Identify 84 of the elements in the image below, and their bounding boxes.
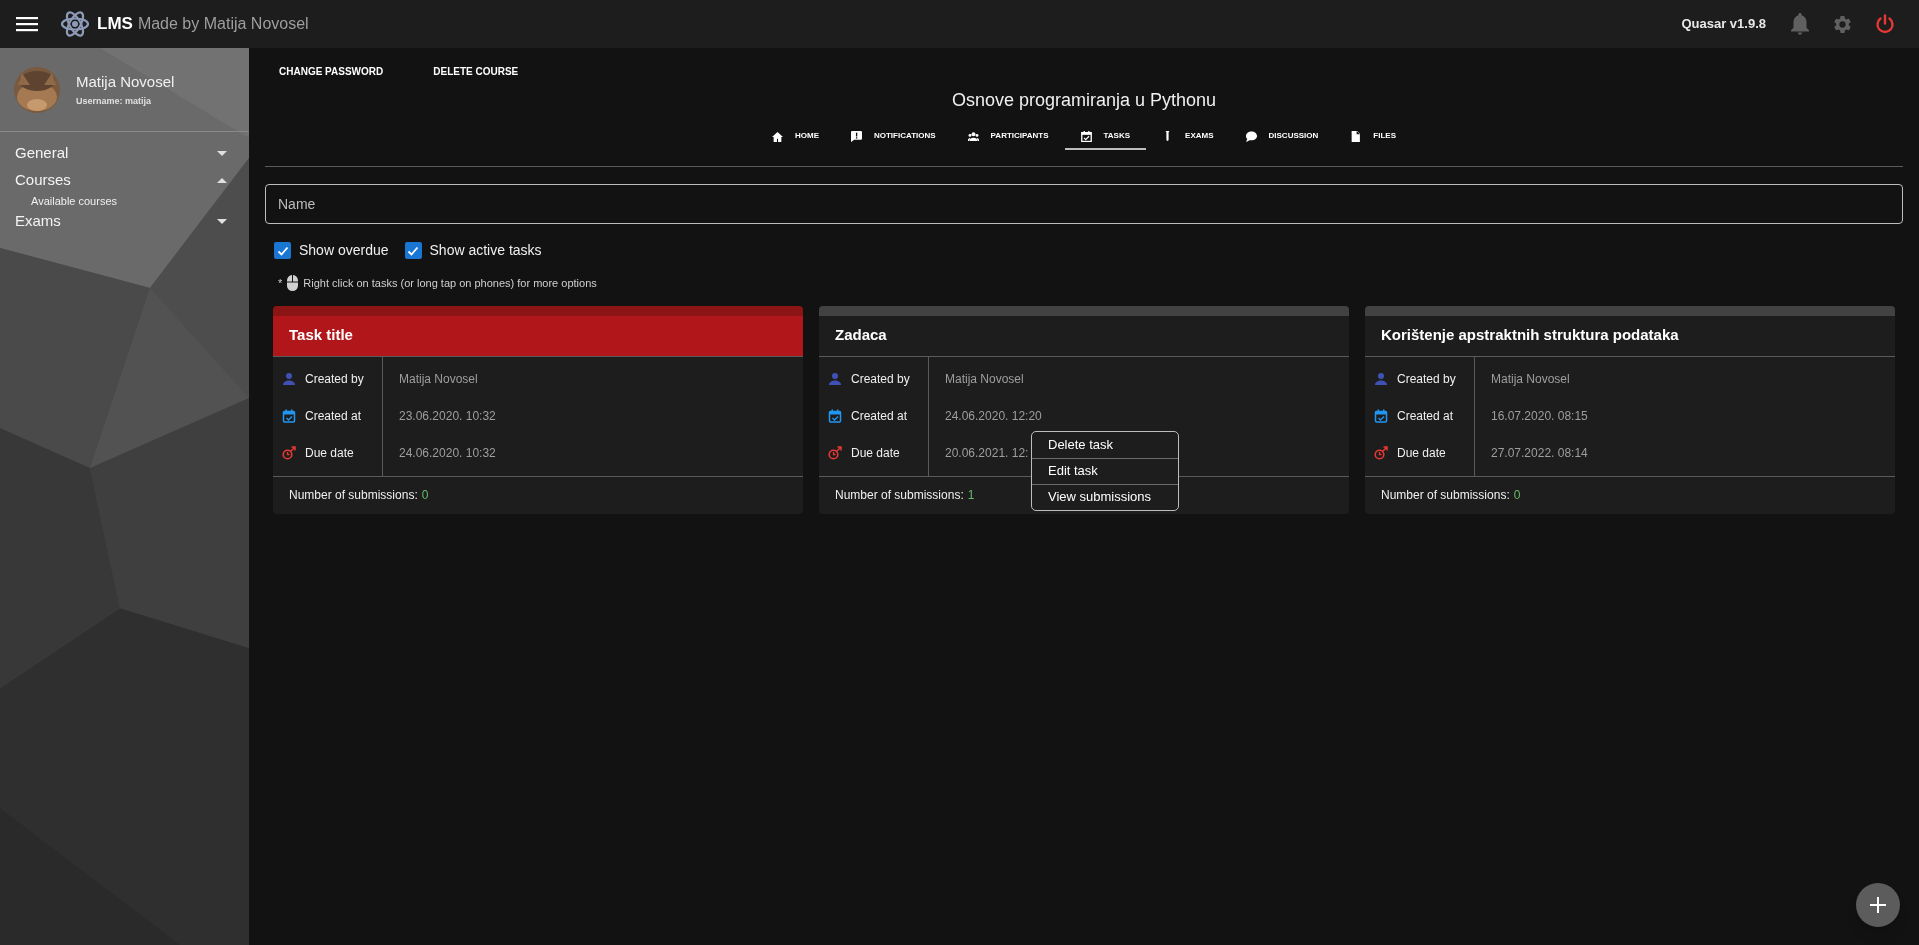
people-icon xyxy=(967,130,979,142)
field-label: Created by xyxy=(1397,371,1456,388)
checkbox-label[interactable]: Show overdue xyxy=(299,240,389,261)
submissions-label: Number of submissions: xyxy=(289,487,418,504)
power-icon[interactable] xyxy=(1875,13,1895,35)
caret-icon xyxy=(217,178,227,183)
settings-icon[interactable] xyxy=(1832,13,1853,35)
field-value: Matija Novosel xyxy=(399,371,479,388)
card-title: Task title xyxy=(273,315,803,357)
menu-item[interactable]: Edit task xyxy=(1032,457,1178,484)
sidebar-item[interactable]: Exams xyxy=(0,208,249,235)
checkbox[interactable] xyxy=(274,242,291,259)
field-label: Due date xyxy=(1397,445,1446,462)
asterisk: * xyxy=(278,276,283,291)
field-label: Due date xyxy=(851,445,900,462)
field-label: Created at xyxy=(1397,408,1454,425)
person-icon xyxy=(282,372,296,386)
tab[interactable]: DISCUSSION xyxy=(1229,124,1335,150)
field-value: 16.07.2020. 08:15 xyxy=(1491,408,1588,425)
field-value: Matija Novosel xyxy=(945,371,1025,388)
field-value: 23.06.2020. 10:32 xyxy=(399,408,496,425)
tab[interactable]: NOTIFICATIONS xyxy=(835,124,952,150)
field-label: Due date xyxy=(305,445,354,462)
app-name: LMS xyxy=(97,13,133,36)
caret-icon xyxy=(217,151,227,156)
sidebar-item[interactable]: Courses xyxy=(0,167,249,194)
username-label: Username: matija xyxy=(76,94,153,108)
calendar-check-icon xyxy=(1374,409,1388,423)
checkbox-label[interactable]: Show active tasks xyxy=(429,240,542,261)
chat-bubble-icon xyxy=(1245,130,1257,142)
task-card[interactable]: Zadaca Created by Created at Due date Matija Novosel 24.06.2020. 12:20 20.06.2021. 12: Number of submissions: 1 Delete task Edit task View submissions xyxy=(819,305,1349,514)
tab[interactable]: HOME xyxy=(756,124,835,150)
file-icon xyxy=(1350,130,1362,142)
menu-icon[interactable] xyxy=(16,16,38,32)
person-icon xyxy=(1374,372,1388,386)
atom-logo-icon xyxy=(60,9,90,39)
field-value: 27.07.2022. 08:14 xyxy=(1491,445,1588,462)
submissions-count: 0 xyxy=(1513,487,1521,504)
course-title: Osnove programiranja u Pythonu xyxy=(950,89,1218,112)
calendar-check-icon xyxy=(1080,130,1092,142)
app-subtitle: Made by Matija Novosel xyxy=(137,14,309,34)
field-label: Created by xyxy=(305,371,364,388)
tab[interactable]: PARTICIPANTS xyxy=(951,124,1065,150)
mouse-icon xyxy=(287,275,299,292)
submissions-count: 1 xyxy=(967,487,975,504)
add-button[interactable] xyxy=(1856,883,1900,927)
field-label: Created at xyxy=(305,408,362,425)
action-button[interactable]: DELETE COURSE xyxy=(423,60,529,83)
calendar-check-icon xyxy=(282,409,296,423)
field-value: Matija Novosel xyxy=(1491,371,1571,388)
check-icon xyxy=(276,244,289,257)
hint-text: Right click on tasks (or long tap on phones) for more options xyxy=(303,276,597,291)
card-title: Zadaca xyxy=(819,315,1349,357)
submissions-count: 0 xyxy=(421,487,429,504)
submissions-label: Number of submissions: xyxy=(1381,487,1510,504)
field-value: 24.06.2020. 12:20 xyxy=(945,408,1042,425)
bell-icon[interactable] xyxy=(1790,13,1810,35)
field-value: 24.06.2020. 10:32 xyxy=(399,445,496,462)
task-card[interactable]: Korištenje apstraktnih struktura podataka Created by Created at Due date Matija Novosel 16.07.2020. 08:15 27.07.2022. 08:14 Number of submissions: 0 xyxy=(1365,305,1895,514)
tab[interactable]: EXAMS xyxy=(1146,124,1230,150)
action-button[interactable]: CHANGE PASSWORD xyxy=(269,60,394,83)
calendar-check-icon xyxy=(828,409,842,423)
version-label: Quasar v1.9.8 xyxy=(1681,15,1766,34)
task-card[interactable]: Task title Created by Created at Due date Matija Novosel 23.06.2020. 10:32 24.06.2020. 10:32 Number of submissions: 0 xyxy=(273,305,803,514)
tab[interactable]: FILES xyxy=(1334,124,1412,150)
checkbox[interactable] xyxy=(404,242,422,259)
tab[interactable]: TASKS xyxy=(1064,124,1147,150)
menu-item[interactable]: Delete task xyxy=(1032,431,1178,458)
caret-icon xyxy=(217,219,227,224)
field-label: Created by xyxy=(851,371,910,388)
plus-icon xyxy=(1870,897,1886,913)
card-title: Korištenje apstraktnih struktura podataka xyxy=(1365,315,1895,357)
menu-item[interactable]: View submissions xyxy=(1032,483,1178,510)
submissions-label: Number of submissions: xyxy=(835,487,964,504)
message-alert-icon xyxy=(851,130,862,142)
home-icon xyxy=(772,130,783,142)
person-icon xyxy=(828,372,842,386)
sidebar-subitem[interactable]: Available courses xyxy=(0,194,249,208)
check-icon xyxy=(407,244,419,257)
field-label: Created at xyxy=(851,408,908,425)
sidebar-item[interactable]: General xyxy=(0,140,249,167)
field-value: 20.06.2021. 12: xyxy=(945,445,1030,462)
user-name: Matija Novosel xyxy=(76,72,175,92)
search-field[interactable]: Name xyxy=(265,184,1903,224)
